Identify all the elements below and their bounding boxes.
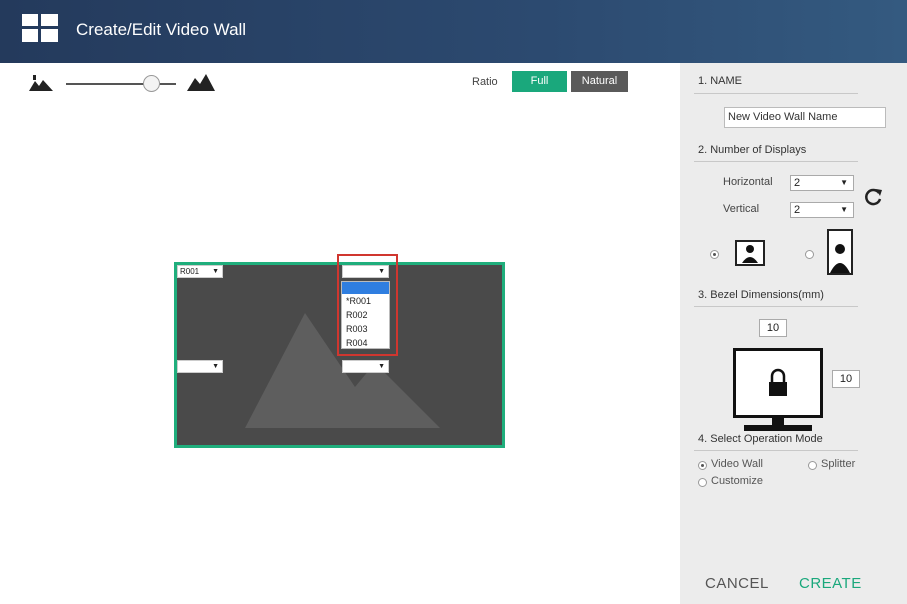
monitor-base xyxy=(744,425,812,431)
monitor-icon xyxy=(733,348,823,418)
portrait-display-icon xyxy=(827,229,853,275)
mode-heading: 4. Select Operation Mode xyxy=(698,433,823,445)
wall-name-input[interactable]: New Video Wall Name xyxy=(724,107,886,128)
bezel-top-input[interactable]: 10 xyxy=(759,319,787,337)
portrait-radio[interactable] xyxy=(805,250,814,259)
video-wall-grid-icon xyxy=(22,14,58,42)
page-title: Create/Edit Video Wall xyxy=(76,20,247,39)
divider xyxy=(694,450,858,451)
zoom-slider-handle[interactable] xyxy=(143,75,160,92)
display-source-select-4[interactable]: ▼ xyxy=(342,360,389,373)
large-landscape-icon[interactable] xyxy=(186,70,216,92)
bezel-side-input[interactable]: 10 xyxy=(832,370,860,388)
refresh-icon[interactable] xyxy=(862,186,884,208)
title-bar: Create/Edit Video Wall xyxy=(0,0,907,63)
video-wall-label: Video Wall xyxy=(711,458,763,470)
landscape-display-icon xyxy=(735,240,765,266)
display-source-select-3[interactable]: ▼ xyxy=(177,360,223,373)
ratio-label: Ratio xyxy=(472,76,498,88)
divider xyxy=(694,161,858,162)
lock-icon xyxy=(769,368,787,396)
splitter-radio[interactable] xyxy=(808,461,817,470)
horizontal-select[interactable]: 2 ▼ xyxy=(790,175,854,191)
settings-panel: 1. NAME New Video Wall Name 2. Number of… xyxy=(680,63,907,604)
landscape-radio[interactable] xyxy=(710,250,719,259)
splitter-label: Splitter xyxy=(821,458,856,470)
small-landscape-icon[interactable] xyxy=(28,72,54,92)
ratio-full-button[interactable]: Full xyxy=(512,71,567,92)
highlight-box xyxy=(337,254,398,356)
customize-label: Customize xyxy=(711,475,763,487)
ratio-natural-button[interactable]: Natural xyxy=(571,71,628,92)
customize-radio[interactable] xyxy=(698,478,707,487)
divider xyxy=(694,306,858,307)
vertical-select[interactable]: 2 ▼ xyxy=(790,202,854,218)
horizontal-label: Horizontal xyxy=(723,176,773,188)
create-button[interactable]: CREATE xyxy=(799,575,862,592)
name-heading: 1. NAME xyxy=(698,75,743,87)
vertical-label: Vertical xyxy=(723,203,760,215)
bezel-heading: 3. Bezel Dimensions(mm) xyxy=(698,289,824,301)
displays-heading: 2. Number of Displays xyxy=(698,144,807,156)
video-wall-radio[interactable] xyxy=(698,461,707,470)
cancel-button[interactable]: CANCEL xyxy=(705,575,769,592)
display-source-select-1[interactable]: R001 ▼ xyxy=(177,265,223,278)
divider xyxy=(694,93,858,94)
